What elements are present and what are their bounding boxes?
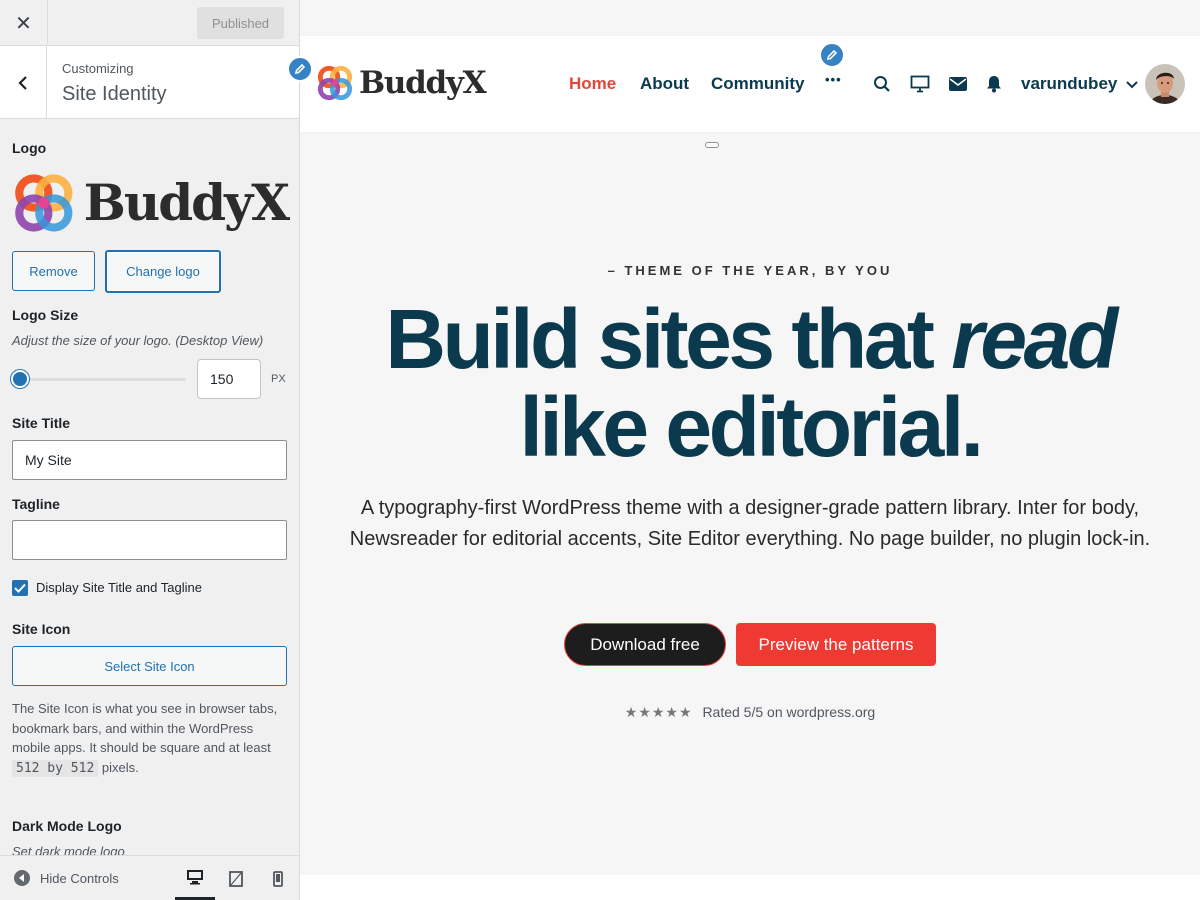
mail-icon[interactable] [947,73,969,95]
site-icon-help-text: The Site Icon is what you see in browser… [12,701,278,755]
pencil-icon [294,63,306,75]
nav-home[interactable]: Home [569,74,616,94]
display-title-checkbox[interactable] [12,580,28,596]
site-icon-size-code: 512 by 512 [12,759,99,777]
logo-preview: BuddyX [12,165,290,240]
select-site-icon-button[interactable]: Select Site Icon [12,646,287,686]
dark-logo-description: Set dark mode logo [12,844,125,855]
avatar[interactable] [1145,64,1185,104]
site-logo[interactable]: BuddyX [316,64,487,102]
buddyx-logo-mark [15,173,73,232]
dark-logo-label: Dark Mode Logo [12,818,122,834]
logo-size-slider-track[interactable] [20,378,186,381]
logo-label: Logo [12,140,47,156]
customizer-sidebar: ✕ Published Customizing Site Identity Lo… [0,0,300,900]
edit-logo-shortcut[interactable] [287,56,313,82]
search-icon[interactable] [871,73,893,95]
site-icon-help: The Site Icon is what you see in browser… [12,699,292,778]
header-section-handle[interactable] [705,142,719,148]
section-header: Customizing Site Identity [0,46,299,119]
user-menu[interactable]: varundubey [1021,74,1138,94]
display-title-label[interactable]: Display Site Title and Tagline [36,580,202,595]
mobile-preview-button[interactable] [258,856,298,900]
hero-eyebrow: – THEME OF THE YEAR, BY YOU [607,263,893,278]
rating: ★★★★★ Rated 5/5 on wordpress.org [300,704,1200,721]
logo-size-description: Adjust the size of your logo. (Desktop V… [12,333,264,348]
checkmark-icon [14,583,26,593]
customizing-label: Customizing [62,61,134,76]
nav-more-icon[interactable]: ••• [825,72,842,87]
site-icon-label: Site Icon [12,621,71,637]
section-title: Site Identity [62,83,167,105]
pencil-icon [826,49,838,61]
change-logo-button[interactable]: Change logo [105,250,221,293]
tagline-label: Tagline [12,496,60,512]
username: varundubey [1021,74,1118,93]
preview-patterns-button[interactable]: Preview the patterns [736,623,936,666]
desktop-preview-button[interactable] [175,856,215,900]
tablet-preview-button[interactable] [216,856,256,900]
rating-text: Rated 5/5 on wordpress.org [702,704,876,720]
chevron-down-icon [1126,80,1138,88]
site-title-label: Site Title [12,415,71,431]
back-button[interactable] [0,46,47,119]
hero-title-part-1: Build sites that [385,292,935,386]
collapse-icon [14,870,30,886]
site-icon-help-text-end: pixels. [101,759,139,775]
tagline-input[interactable] [12,520,287,560]
logo-size-label: Logo Size [12,307,79,323]
download-free-button[interactable]: Download free [564,623,726,666]
rating-stars: ★★★★★ [624,704,693,720]
logo-size-unit: PX [271,373,286,385]
site-preview: BuddyX Home About Community ••• varundub… [287,0,1200,900]
published-button[interactable]: Published [197,7,284,39]
buddyx-logo-mark [317,65,353,101]
customizer-top-bar: ✕ Published [0,0,299,46]
edit-menu-shortcut[interactable] [819,42,845,68]
logo-size-slider-thumb[interactable] [11,370,29,388]
desktop-icon [187,869,203,884]
hero-title-emphasis: read [951,292,1118,386]
monitor-icon[interactable] [909,73,931,95]
site-title-input[interactable]: My Site [12,440,287,480]
mobile-icon [273,870,283,887]
chevron-left-icon [18,75,27,90]
hide-controls-button[interactable]: Hide Controls [14,870,119,886]
site-brand-text: BuddyX [359,65,487,101]
remove-logo-button[interactable]: Remove [12,251,95,291]
next-section [300,875,1200,900]
hero-title-part-2: like editorial. [519,380,984,474]
logo-brand-text: BuddyX [83,173,290,232]
hide-controls-label: Hide Controls [40,870,119,886]
hero-title: Build sites that read like editorial. [300,295,1200,471]
logo-size-input[interactable]: 150 [197,359,261,399]
site-header: BuddyX Home About Community ••• varundub… [287,36,1200,132]
tablet-icon [229,870,243,887]
bell-icon[interactable] [983,73,1005,95]
close-icon[interactable]: ✕ [0,0,48,46]
customizer-footer: Hide Controls [0,855,299,900]
nav-community[interactable]: Community [711,74,805,94]
hero-subtitle: A typography-first WordPress theme with … [349,497,1151,550]
nav-about[interactable]: About [640,74,689,94]
